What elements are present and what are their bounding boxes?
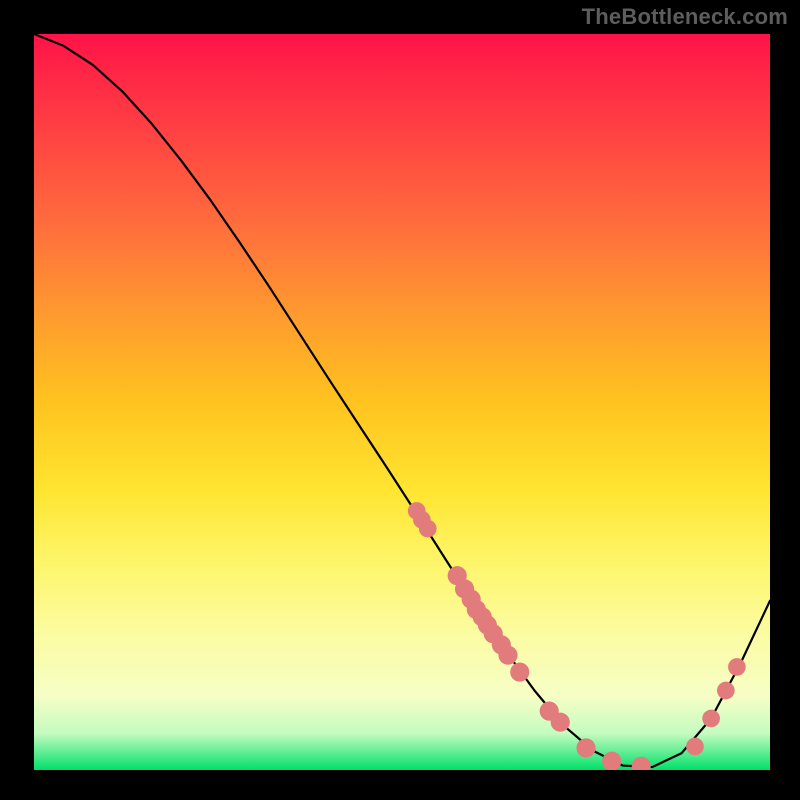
data-marker bbox=[717, 682, 735, 700]
watermark-text: TheBottleneck.com bbox=[582, 4, 788, 30]
data-marker bbox=[686, 738, 704, 756]
data-marker bbox=[632, 757, 651, 770]
data-marker bbox=[576, 738, 595, 757]
data-marker bbox=[702, 710, 720, 728]
data-marker bbox=[602, 752, 621, 770]
plot-area bbox=[32, 32, 772, 772]
data-marker bbox=[498, 646, 517, 665]
data-markers bbox=[408, 502, 746, 770]
data-marker bbox=[728, 658, 746, 676]
data-marker bbox=[419, 520, 437, 538]
bottleneck-curve bbox=[34, 34, 770, 767]
chart-container: TheBottleneck.com bbox=[0, 0, 800, 800]
chart-svg bbox=[34, 34, 770, 770]
data-marker bbox=[551, 713, 570, 732]
data-marker bbox=[510, 663, 529, 682]
